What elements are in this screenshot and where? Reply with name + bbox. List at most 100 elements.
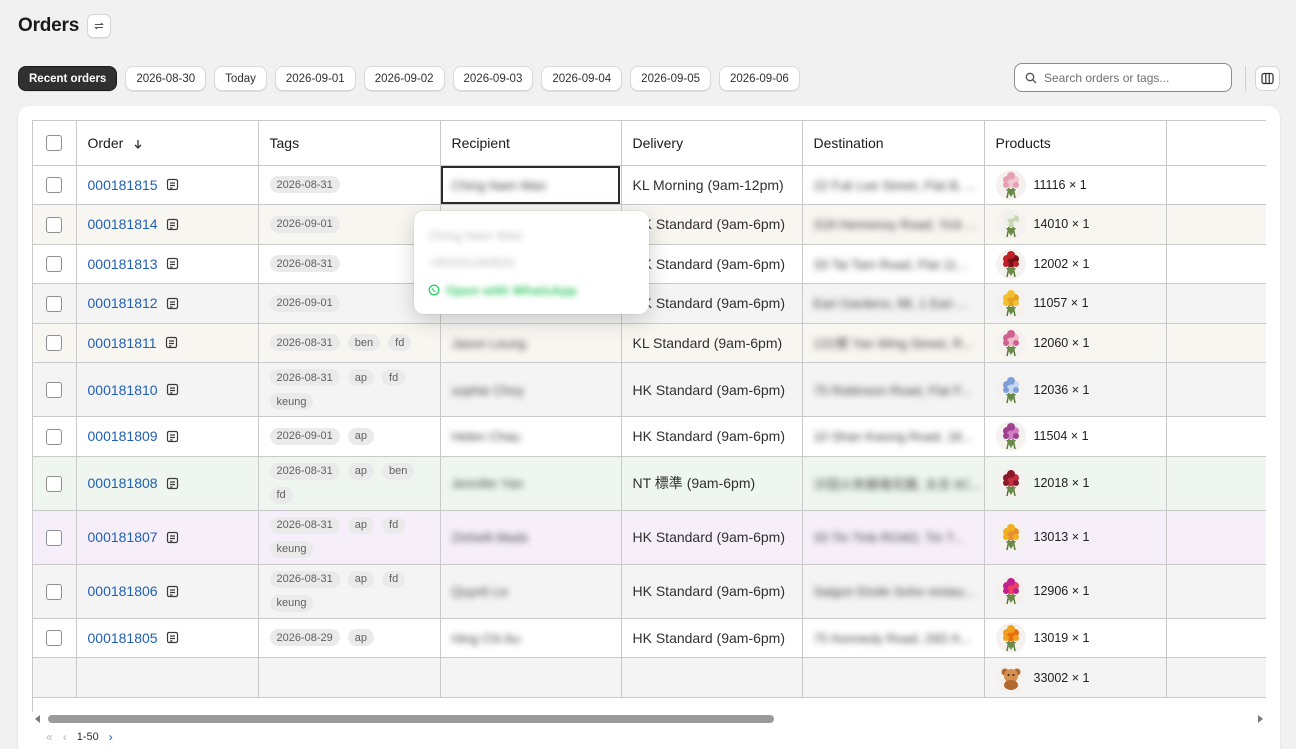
row-checkbox[interactable] xyxy=(46,256,63,273)
select-all-checkbox[interactable] xyxy=(46,135,63,152)
column-header-delivery[interactable]: Delivery xyxy=(621,121,803,166)
next-page-icon[interactable]: › xyxy=(109,730,113,744)
column-header-destination[interactable]: Destination xyxy=(802,121,985,166)
tag-badge[interactable]: fd xyxy=(388,334,412,352)
columns-button[interactable] xyxy=(1255,66,1280,91)
tag-badge[interactable]: fd xyxy=(382,369,406,386)
filter-chip[interactable]: Recent orders xyxy=(18,66,118,91)
recipient-cell[interactable]: Hing Chi Au xyxy=(440,618,622,658)
search-input[interactable] xyxy=(1044,70,1214,85)
recipient-cell[interactable]: Ching Nam Wan xyxy=(440,165,622,205)
table-row[interactable]: 000181809 2026-09-01 ap Helen Chau HK Standa… xyxy=(33,416,1266,457)
order-note-icon[interactable] xyxy=(166,477,179,490)
tag-badge[interactable]: ap xyxy=(347,516,375,534)
row-checkbox[interactable] xyxy=(46,428,63,445)
order-note-icon[interactable] xyxy=(166,430,179,443)
order-note-icon[interactable] xyxy=(166,531,179,544)
tag-badge[interactable]: 2026-08-31 xyxy=(269,369,340,386)
order-note-icon[interactable] xyxy=(166,631,179,644)
order-link[interactable]: 000181805 xyxy=(88,630,158,646)
order-link[interactable]: 000181815 xyxy=(88,177,158,193)
order-note-icon[interactable] xyxy=(166,585,179,598)
order-link[interactable]: 000181812 xyxy=(88,295,158,311)
tag-badge[interactable]: ben xyxy=(347,334,381,352)
table-row[interactable]: 000181808 2026-08-31 ap ben fd Jennifer Yan NT… xyxy=(33,456,1266,511)
column-header-order[interactable]: Order xyxy=(76,121,259,166)
row-checkbox[interactable] xyxy=(46,630,63,647)
tag-badge[interactable]: keung xyxy=(269,393,314,410)
column-header-tags[interactable]: Tags xyxy=(258,121,441,166)
column-header-recipient[interactable]: Recipient xyxy=(440,121,622,166)
filter-chip[interactable]: 2026-08-30 xyxy=(125,66,207,91)
tag-badge[interactable]: 2026-09-01 xyxy=(269,294,340,312)
scrollbar-thumb[interactable] xyxy=(48,715,774,723)
row-checkbox[interactable] xyxy=(46,529,63,546)
table-row[interactable]: 000181812 2026-09-01 HK Standard (9am-6pm)… xyxy=(33,283,1266,324)
tag-badge[interactable]: ap xyxy=(347,570,375,588)
order-note-icon[interactable] xyxy=(166,218,179,231)
table-row[interactable]: 000181806 2026-08-31 ap fd keung Quynh Le HK S… xyxy=(33,564,1266,619)
order-note-icon[interactable] xyxy=(166,297,179,310)
order-link[interactable]: 000181807 xyxy=(88,529,158,545)
filter-chip[interactable]: Today xyxy=(214,66,267,91)
recipient-cell[interactable]: Jennifer Yan xyxy=(440,456,622,511)
recipient-cell[interactable]: Jason Leung xyxy=(440,323,622,363)
tag-badge[interactable]: keung xyxy=(269,540,314,558)
tag-badge[interactable]: 2026-09-01 xyxy=(269,427,340,445)
scroll-left-arrow-icon[interactable] xyxy=(34,714,42,724)
order-link[interactable]: 000181806 xyxy=(88,583,158,599)
tag-badge[interactable]: ap xyxy=(347,427,375,445)
table-row[interactable]: 000181805 2026-08-29 ap Hing Chi Au HK Stand… xyxy=(33,618,1266,658)
row-checkbox[interactable] xyxy=(46,475,63,492)
tag-badge[interactable]: fd xyxy=(269,486,293,504)
tag-badge[interactable]: 2026-08-29 xyxy=(269,629,340,647)
row-checkbox[interactable] xyxy=(46,216,63,233)
table-row[interactable]: 000181807 2026-08-31 ap fd keung Zinhelli Mad… xyxy=(33,510,1266,565)
prev-page-icon[interactable]: ‹ xyxy=(63,730,67,744)
tag-badge[interactable]: 2026-08-31 xyxy=(269,255,340,273)
tag-badge[interactable]: keung xyxy=(269,594,314,612)
column-header-products[interactable]: Products xyxy=(984,121,1167,166)
recipient-cell[interactable]: Quynh Le xyxy=(440,564,622,619)
filter-chip[interactable]: 2026-09-03 xyxy=(452,66,534,91)
filter-chip[interactable]: 2026-09-06 xyxy=(719,66,800,91)
tag-badge[interactable]: fd xyxy=(382,516,406,534)
orders-table-wrap[interactable]: Order Tags Recipient Delivery Destinatio… xyxy=(32,120,1266,712)
tag-badge[interactable]: ap xyxy=(347,462,375,480)
tag-badge[interactable]: 2026-09-01 xyxy=(269,215,340,233)
filter-chip[interactable]: 2026-09-05 xyxy=(630,66,711,91)
search-box[interactable] xyxy=(1014,63,1232,92)
table-row[interactable]: 000181813 2026-08-31 HK Standard (9am-6pm)… xyxy=(33,244,1266,284)
tag-badge[interactable]: fd xyxy=(382,570,406,588)
tag-badge[interactable]: 2026-08-31 xyxy=(269,176,340,194)
tag-badge[interactable]: 2026-08-31 xyxy=(269,516,340,534)
order-link[interactable]: 000181814 xyxy=(88,216,158,232)
tag-badge[interactable]: 2026-08-31 xyxy=(269,462,340,480)
row-checkbox[interactable] xyxy=(46,177,63,194)
order-note-icon[interactable] xyxy=(166,178,179,191)
order-note-icon[interactable] xyxy=(165,336,178,349)
popover-recipient-phone[interactable]: +85291180820 xyxy=(428,253,635,273)
row-checkbox[interactable] xyxy=(46,335,63,352)
tag-badge[interactable]: ap xyxy=(347,369,375,386)
tag-badge[interactable]: ap xyxy=(347,629,375,647)
row-checkbox[interactable] xyxy=(46,583,63,600)
recipient-cell[interactable]: sophie Choy xyxy=(440,362,622,417)
table-row[interactable]: 000181811 2026-08-31 ben fd Jason Leung KL St… xyxy=(33,323,1266,363)
recipient-cell[interactable]: Helen Chau xyxy=(440,416,622,457)
refresh-button[interactable] xyxy=(87,14,112,38)
scroll-right-arrow-icon[interactable] xyxy=(1256,714,1264,724)
table-row[interactable]: 000181815 2026-08-31 Ching Nam Wan KL Morni… xyxy=(33,165,1266,205)
tag-badge[interactable]: 2026-08-31 xyxy=(269,570,340,588)
horizontal-scrollbar[interactable] xyxy=(34,714,1264,724)
first-page-icon[interactable]: « xyxy=(46,730,53,744)
row-checkbox[interactable] xyxy=(46,295,63,312)
table-row[interactable]: 000181814 2026-09-01 HK Standard (9am-6pm)… xyxy=(33,204,1266,245)
tag-badge[interactable]: 2026-08-31 xyxy=(269,334,340,352)
order-note-icon[interactable] xyxy=(166,383,179,396)
filter-chip[interactable]: 2026-09-04 xyxy=(541,66,623,91)
open-whatsapp-link[interactable]: Open with WhatsApp xyxy=(428,280,635,300)
row-checkbox[interactable] xyxy=(46,382,63,399)
filter-chip[interactable]: 2026-09-02 xyxy=(363,66,445,91)
filter-chip[interactable]: 2026-09-01 xyxy=(274,66,356,91)
